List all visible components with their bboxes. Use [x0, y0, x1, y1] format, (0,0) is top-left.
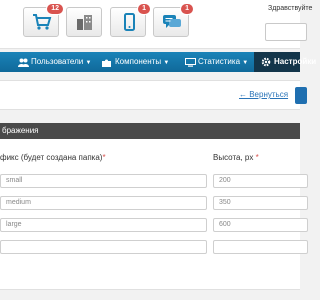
shopping-cart-icon: [33, 14, 52, 30]
height-field[interactable]: 600: [213, 218, 308, 232]
nav-item-statistics[interactable]: Статистика ▼: [185, 52, 253, 72]
image-sizes-panel: фикс (будет создана папка)* Высота, px *…: [0, 139, 308, 290]
height-field[interactable]: 350: [213, 196, 308, 210]
mobile-badge: 1: [137, 3, 151, 15]
main-navbar: Пользователи ▼ Компоненты ▼ Статистика ▼…: [0, 52, 316, 72]
greeting-text: Здравствуйте: [268, 5, 313, 12]
column-header-suffix: фикс (будет создана папка)*: [0, 153, 106, 162]
users-icon: [18, 58, 29, 67]
back-link[interactable]: ← Вернуться: [239, 90, 288, 99]
chevron-down-icon: ▼: [163, 60, 170, 66]
nav-item-label: Статистика: [198, 57, 241, 66]
chevron-down-icon: ▼: [85, 60, 92, 66]
nav-item-users[interactable]: Пользователи ▼: [18, 52, 100, 72]
buildings-button[interactable]: [66, 7, 102, 37]
top-bar: 12 1 1 Здравствуйте: [0, 0, 312, 49]
height-field[interactable]: 200: [213, 174, 308, 188]
suffix-field[interactable]: [0, 240, 207, 254]
puzzle-icon: [102, 59, 111, 67]
chevron-down-icon: ▼: [242, 60, 249, 66]
cart-badge: 12: [46, 3, 64, 15]
section-title: бражения: [2, 126, 39, 135]
mobile-phone-icon: [124, 13, 135, 31]
messages-button[interactable]: 1: [153, 3, 194, 37]
nav-item-components[interactable]: Компоненты ▼: [102, 52, 174, 72]
nav-item-label: Настройки: [274, 57, 317, 66]
page-toolbar: ← Вернуться: [0, 80, 307, 110]
cart-button[interactable]: 12: [23, 3, 64, 37]
buildings-icon: [77, 15, 92, 30]
suffix-field[interactable]: large: [0, 218, 207, 232]
save-button[interactable]: [295, 87, 307, 104]
chat-bubbles-icon: [163, 15, 181, 28]
nav-item-label: Компоненты: [115, 57, 162, 66]
header-input[interactable]: [265, 23, 307, 41]
monitor-icon: [185, 58, 196, 67]
suffix-field[interactable]: medium: [0, 196, 207, 210]
mobile-button[interactable]: 1: [110, 3, 151, 37]
nav-item-label: Пользователи: [31, 57, 84, 66]
gear-icon: [261, 57, 271, 67]
suffix-field[interactable]: small: [0, 174, 207, 188]
messages-badge: 1: [180, 3, 194, 15]
nav-item-settings[interactable]: Настройки: [254, 52, 316, 72]
column-header-height: Высота, px *: [213, 153, 259, 162]
section-header: бражения: [0, 123, 300, 139]
height-field[interactable]: [213, 240, 308, 254]
